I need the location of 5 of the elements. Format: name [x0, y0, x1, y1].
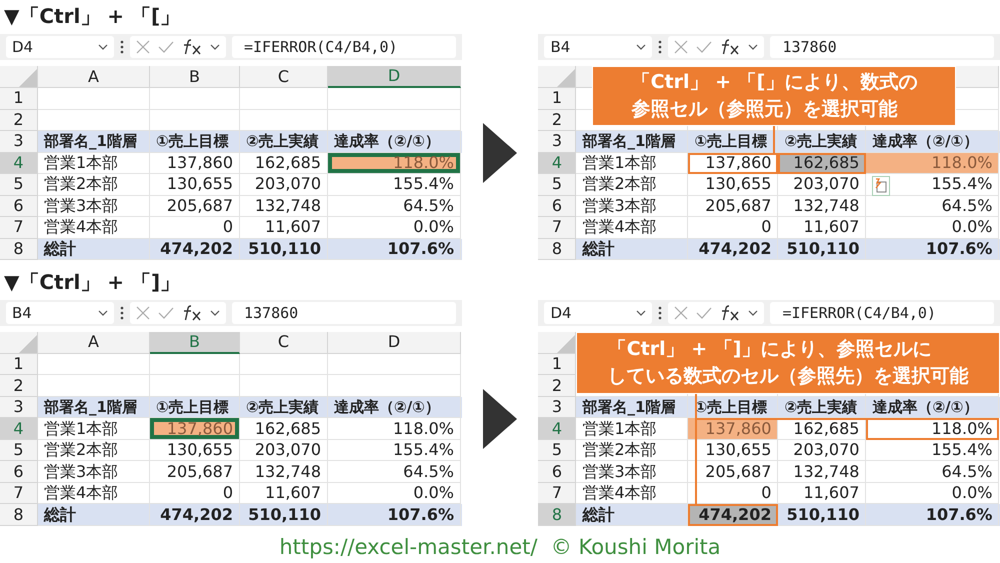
- callout-tooltip: 「Ctrl」 + 「]」により、参照セルに している数式のセル（参照先）を選択可能: [576, 332, 1000, 394]
- section-title: ▼「Ctrl」 + 「]」: [4, 268, 180, 296]
- footer-credit: https://excel-master.net/ © Koushi Morita: [279, 534, 721, 560]
- callout-tooltip: 「Ctrl」 + 「[」により、数式の 参照セル（参照元）を選択可能: [592, 66, 956, 126]
- section-title: ▼「Ctrl」 + 「[」: [4, 3, 180, 30]
